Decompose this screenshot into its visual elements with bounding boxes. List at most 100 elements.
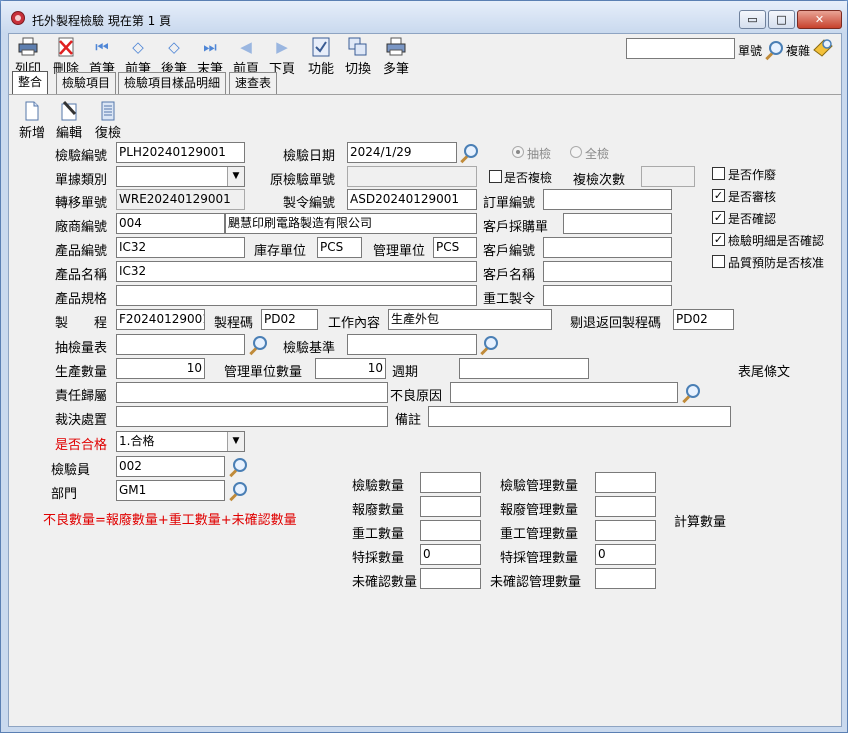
tab-quick-lookup[interactable]: 速查表 — [229, 72, 278, 94]
prevention-approved-checkbox[interactable] — [712, 255, 725, 268]
dept-lookup-icon[interactable] — [227, 481, 247, 499]
scrap-mgmt-qty-field[interactable] — [595, 496, 656, 517]
edit-icon — [59, 100, 79, 121]
product-no-label: 產品編號 — [55, 244, 108, 259]
inspect-qty-label: 檢驗數量 — [352, 479, 405, 494]
inspect-qty-field[interactable] — [420, 472, 481, 493]
rework-qty-field[interactable] — [420, 520, 481, 541]
tab-integrated[interactable]: 整合 — [12, 71, 49, 95]
reinspect-checkbox[interactable] — [489, 170, 502, 183]
inspect-no-field[interactable]: PLH20240129001 — [116, 142, 245, 163]
remark-field[interactable] — [428, 406, 731, 427]
vendor-no-label: 廠商編號 — [55, 220, 108, 235]
stock-unit-field[interactable]: PCS — [317, 237, 362, 258]
product-spec-field[interactable] — [116, 285, 477, 306]
close-button[interactable]: ✕ — [797, 10, 842, 29]
reinspect-count-field[interactable] — [641, 166, 695, 187]
defect-reason-field[interactable] — [450, 382, 678, 403]
rework-mgmt-qty-field[interactable] — [595, 520, 656, 541]
process-code-label: 製程碼 — [214, 316, 254, 331]
process-field[interactable]: F20240129001 — [116, 309, 205, 330]
cust-po-field[interactable] — [563, 213, 672, 234]
footer-text-label[interactable]: 表尾條文 — [738, 361, 790, 380]
multi-record-button[interactable]: 多筆 — [381, 37, 411, 77]
prod-qty-field[interactable]: 10 — [116, 358, 205, 379]
vendor-name-field[interactable]: 颶慧印刷電路製造有限公司 — [225, 213, 477, 234]
reject-return-field[interactable]: PD02 — [673, 309, 734, 330]
special-qty-field[interactable]: 0 — [420, 544, 481, 565]
maximize-button[interactable]: □ — [768, 10, 795, 29]
edit-button[interactable]: 編輯 — [54, 100, 84, 141]
rework-mo-field[interactable] — [543, 285, 672, 306]
approved-checkbox[interactable]: ✓ — [712, 189, 725, 202]
tab-sample-details[interactable]: 檢驗項目樣品明細 — [118, 72, 227, 94]
complex-search-icon[interactable] — [812, 38, 834, 63]
inspect-date-field[interactable]: 2024/1/29 — [347, 142, 457, 163]
transfer-no-field[interactable]: WRE20240129001 — [116, 189, 245, 210]
unconfirmed-qty-field[interactable] — [420, 568, 481, 589]
pass-select[interactable]: 1.合格 ▼ — [116, 431, 245, 452]
prev-record-button[interactable]: ◇ 前筆 — [123, 37, 153, 77]
sample-table-field[interactable] — [116, 334, 245, 355]
inspect-std-field[interactable] — [347, 334, 477, 355]
chevron-down-icon[interactable]: ▼ — [227, 432, 244, 451]
inspector-field[interactable]: 002 — [116, 456, 225, 477]
product-no-field[interactable]: IC32 — [116, 237, 245, 258]
next-record-button[interactable]: ◇ 後筆 — [159, 37, 189, 77]
first-record-button[interactable]: ⏮ 首筆 — [87, 37, 117, 77]
vendor-no-field[interactable]: 004 — [116, 213, 225, 234]
product-name-field[interactable]: IC32 — [116, 261, 477, 282]
quick-search-input[interactable] — [626, 38, 735, 59]
multi-record-icon — [386, 37, 406, 57]
cust-name-field[interactable] — [543, 261, 672, 282]
calc-qty-button[interactable]: 計算數量 — [674, 511, 726, 530]
defect-reason-lookup-icon[interactable] — [680, 383, 700, 401]
responsibility-field[interactable] — [116, 382, 388, 403]
special-mgmt-qty-label: 特採管理數量 — [500, 551, 579, 566]
cust-no-field[interactable] — [543, 237, 672, 258]
scrap-qty-field[interactable] — [420, 496, 481, 517]
inspect-std-lookup-icon[interactable] — [478, 335, 498, 353]
order-no-field[interactable] — [543, 189, 672, 210]
function-button[interactable]: 功能 — [306, 37, 336, 77]
orig-inspect-field[interactable] — [347, 166, 477, 187]
cust-po-label: 客戶採購單 — [483, 220, 549, 235]
process-code-field[interactable]: PD02 — [261, 309, 318, 330]
special-mgmt-qty-field[interactable]: 0 — [595, 544, 656, 565]
mo-no-field[interactable]: ASD20240129001 — [347, 189, 477, 210]
radio-full-label: 全檢 — [585, 147, 610, 161]
void-checkbox[interactable] — [712, 167, 725, 180]
prev-record-icon: ◇ — [132, 38, 144, 56]
search-icon[interactable] — [763, 40, 783, 58]
doc-type-select[interactable]: ▼ — [116, 166, 245, 187]
unconfirmed-mgmt-qty-field[interactable] — [595, 568, 656, 589]
prev-page-button[interactable]: ◀ 前頁 — [231, 37, 261, 77]
decision-field[interactable] — [116, 406, 388, 427]
radio-sample[interactable] — [512, 146, 524, 158]
confirmed-checkbox[interactable]: ✓ — [712, 211, 725, 224]
work-content-field[interactable]: 生產外包 — [388, 309, 552, 330]
cycle-field[interactable] — [459, 358, 589, 379]
detail-confirmed-checkbox[interactable]: ✓ — [712, 233, 725, 246]
date-picker-icon[interactable] — [458, 143, 478, 161]
radio-full[interactable] — [570, 146, 582, 158]
chevron-down-icon[interactable]: ▼ — [227, 167, 244, 186]
sample-table-lookup-icon[interactable] — [247, 335, 267, 353]
reinspect-button[interactable]: 復檢 — [93, 101, 123, 141]
next-page-button[interactable]: ▶ 下頁 — [267, 37, 297, 77]
remark-label: 備註 — [395, 413, 422, 428]
complex-search-label[interactable]: 複雜 — [786, 42, 810, 59]
new-button[interactable]: 新增 — [17, 101, 47, 141]
last-record-button[interactable]: ⏭ 末筆 — [195, 37, 225, 77]
prod-qty-label: 生產數量 — [55, 365, 108, 380]
dept-field[interactable]: GM1 — [116, 480, 225, 501]
mgmt-qty-field[interactable]: 10 — [315, 358, 386, 379]
tab-inspect-items[interactable]: 檢驗項目 — [56, 72, 117, 94]
delete-button[interactable]: 刪除 — [51, 37, 81, 77]
inspect-mgmt-qty-field[interactable] — [595, 472, 656, 493]
mgmt-unit-field[interactable]: PCS — [433, 237, 477, 258]
minimize-button[interactable]: ▭ — [739, 10, 766, 29]
switch-button[interactable]: 切換 — [343, 37, 373, 77]
stock-unit-label: 庫存單位 — [254, 244, 307, 259]
inspector-lookup-icon[interactable] — [227, 457, 247, 475]
